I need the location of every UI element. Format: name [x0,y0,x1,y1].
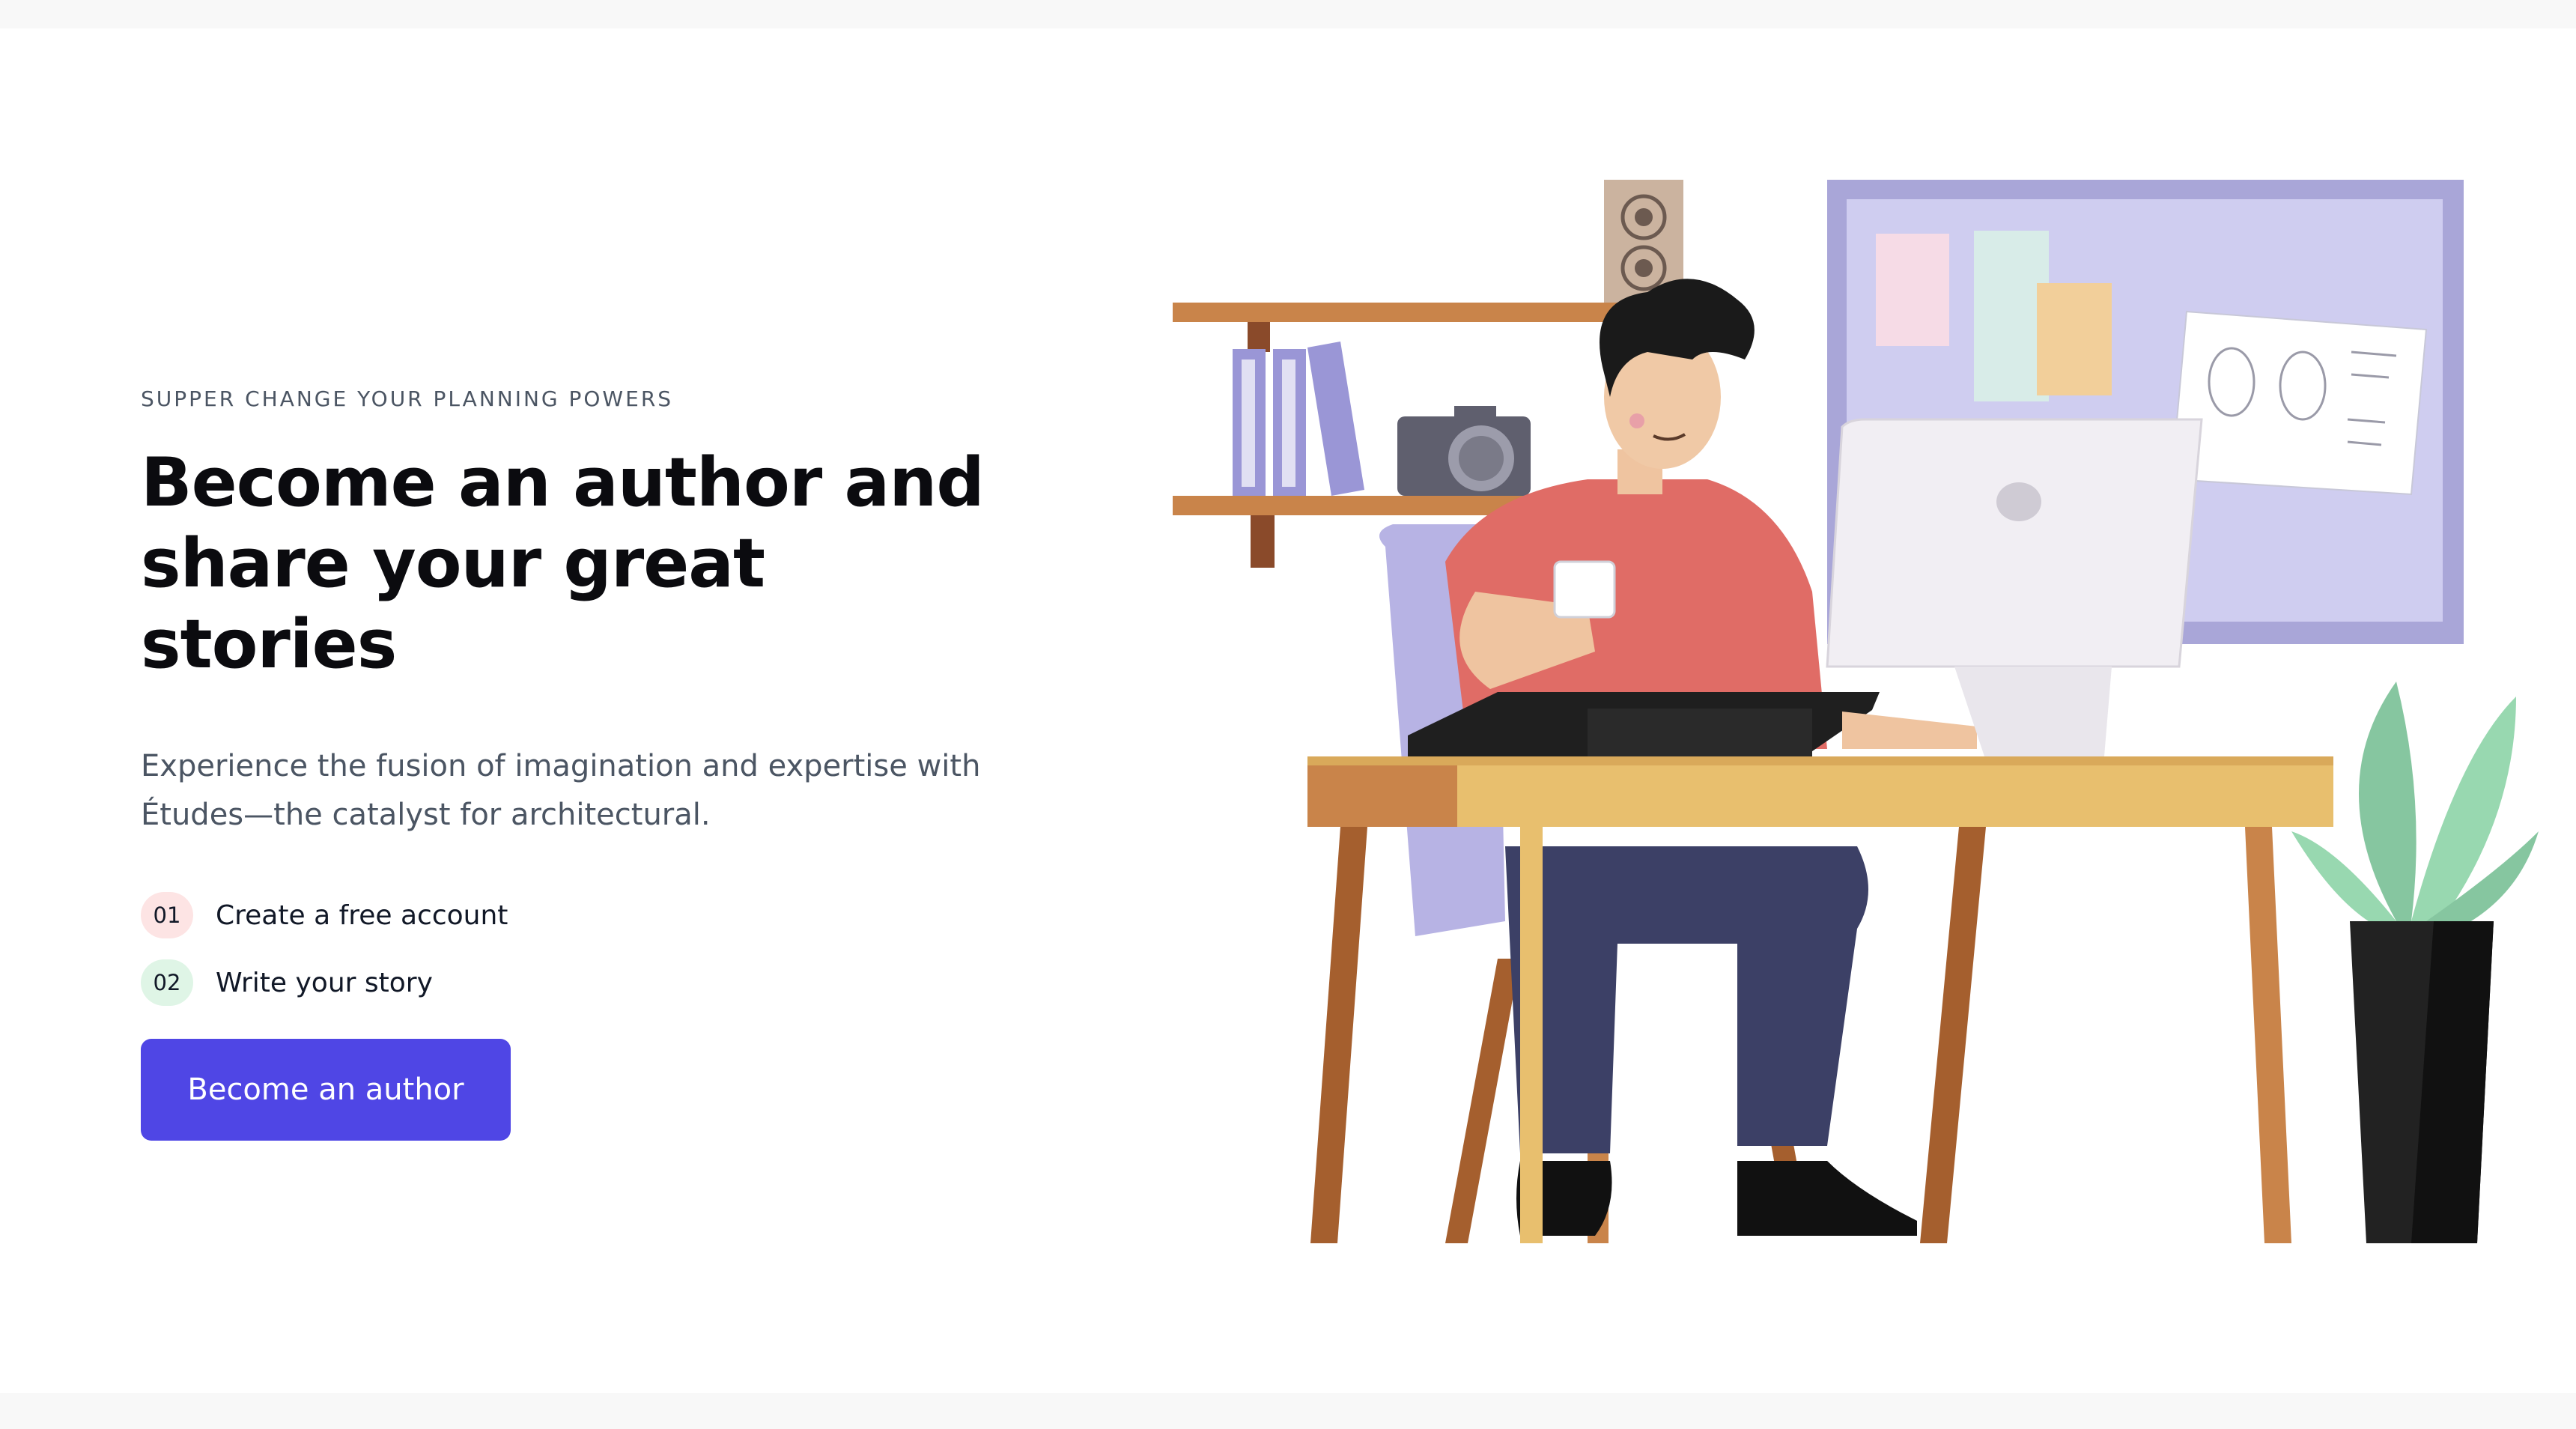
headline-line-2: share your great stories [141,524,765,684]
top-section-divider [0,0,2576,28]
hero-description: Experience the fusion of imagination and… [141,742,1024,840]
bottom-section-divider [0,1393,2576,1429]
steps-list: 01 Create a free account 02 Write your s… [141,892,1039,1006]
eyebrow-label: SUPPER CHANGE YOUR PLANNING POWERS [141,386,674,411]
step-label: Write your story [216,967,433,998]
headline-line-1: Become an author and [141,443,985,522]
become-author-button[interactable]: Become an author [141,1039,511,1141]
hand [1842,712,1977,749]
step-label: Create a free account [216,899,508,931]
step-item-create-account: 01 Create a free account [141,892,1039,938]
drawing-tablet [1408,692,1880,756]
description-line-2: Études—the catalyst for architectural. [141,798,711,832]
step-number-badge: 02 [141,959,193,1006]
page: SUPPER CHANGE YOUR PLANNING POWERS Becom… [0,0,2576,1429]
hero-content: SUPPER CHANGE YOUR PLANNING POWERS Becom… [141,386,1039,1141]
description-line-1: Experience the fusion of imagination and… [141,749,981,783]
man-working-at-desk-illustration [1173,180,2539,1243]
step-number-badge: 01 [141,892,193,938]
page-title: Become an author and share your great st… [141,443,1039,685]
computer-monitor [1826,418,2203,756]
step-item-write-story: 02 Write your story [141,959,1039,1006]
